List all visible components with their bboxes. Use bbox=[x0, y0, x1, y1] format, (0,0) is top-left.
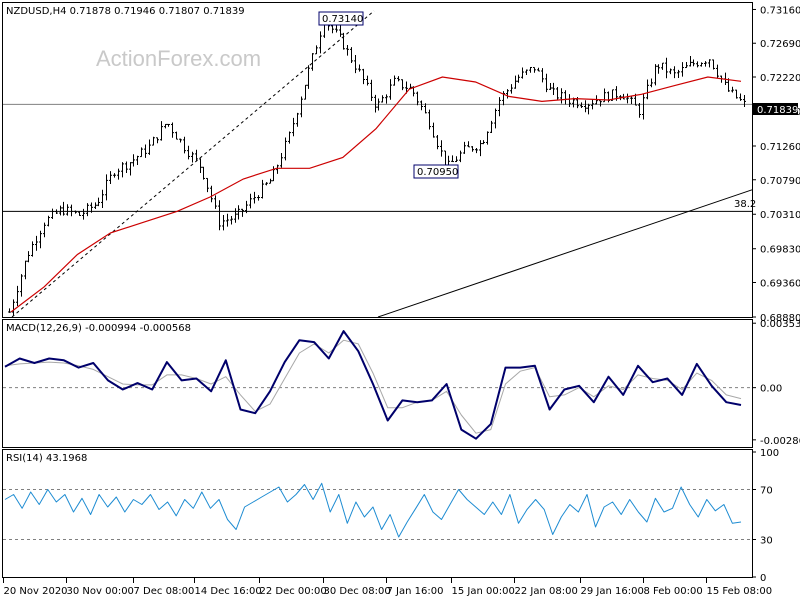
time-tick-label: 22 Jan 08:00 bbox=[515, 586, 578, 597]
price-tick-label: 0.72220 bbox=[760, 73, 800, 84]
rsi-tick-label: 0 bbox=[760, 573, 766, 584]
price-header: NZDUSD,H4 0.71878 0.71946 0.71807 0.7183… bbox=[6, 6, 245, 17]
watermark: ActionForex.com bbox=[96, 46, 261, 71]
price-tick-label: 0.70790 bbox=[760, 176, 800, 187]
macd-layer bbox=[3, 330, 752, 440]
time-tick-label: 15 Feb 08:00 bbox=[707, 586, 773, 597]
time-tick-label: 15 Jan 00:00 bbox=[452, 586, 515, 597]
rsi-tick-label: 100 bbox=[760, 448, 779, 459]
fib-label: 38.2 bbox=[734, 199, 756, 210]
price-tick-label: 0.69360 bbox=[760, 279, 800, 290]
annotation-high: 0.73140 bbox=[318, 11, 364, 26]
macd-header: MACD(12,26,9) -0.000994 -0.000568 bbox=[6, 323, 191, 334]
price-tick-label: 0.72690 bbox=[760, 39, 800, 50]
rsi-tick-label: 30 bbox=[760, 536, 773, 547]
time-tick-label: 20 Nov 2020 bbox=[4, 586, 68, 597]
macd-signal-line bbox=[4, 339, 742, 434]
macd-tick-label: -0.002862 bbox=[760, 436, 800, 447]
price-tick-label: 0.69830 bbox=[760, 245, 800, 256]
time-tick-label: 7 Jan 16:00 bbox=[387, 586, 444, 597]
macd-tick-label: 0.00 bbox=[760, 384, 782, 395]
time-tick-label: 7 Dec 08:00 bbox=[134, 586, 195, 597]
current-price-label: 0.71839 bbox=[757, 105, 798, 116]
macd-tick-label: 0.003534 bbox=[760, 319, 800, 330]
time-tick-label: 30 Nov 00:00 bbox=[67, 586, 134, 597]
rising-trendline bbox=[377, 189, 753, 318]
macd-line bbox=[4, 330, 742, 440]
time-tick-label: 30 Dec 08:00 bbox=[324, 586, 391, 597]
annotation-high-text: 0.73140 bbox=[322, 14, 363, 25]
price-tick-label: 0.73160 bbox=[760, 5, 800, 16]
price-tick-label: 0.71260 bbox=[760, 142, 800, 153]
chart-canvas: ActionForex.com 0.73160 0.72690 0.72220 0.7… bbox=[2, 2, 800, 597]
rsi-tick-label: 70 bbox=[760, 486, 773, 497]
price-tick-label: 0.70310 bbox=[760, 210, 800, 221]
rsi-line bbox=[4, 482, 742, 538]
current-price-tag: 0.71839 bbox=[753, 103, 798, 116]
time-tick-label: 22 Dec 00:00 bbox=[260, 586, 327, 597]
time-tick-label: 29 Jan 16:00 bbox=[581, 586, 644, 597]
annotation-low: 0.70950 bbox=[413, 164, 459, 179]
time-tick-label: 8 Feb 00:00 bbox=[644, 586, 703, 597]
rsi-layer bbox=[3, 482, 752, 540]
time-tick-label: 14 Dec 16:00 bbox=[195, 586, 262, 597]
rsi-header: RSI(14) 43.1968 bbox=[6, 453, 87, 464]
annotation-low-text: 0.70950 bbox=[417, 167, 458, 178]
